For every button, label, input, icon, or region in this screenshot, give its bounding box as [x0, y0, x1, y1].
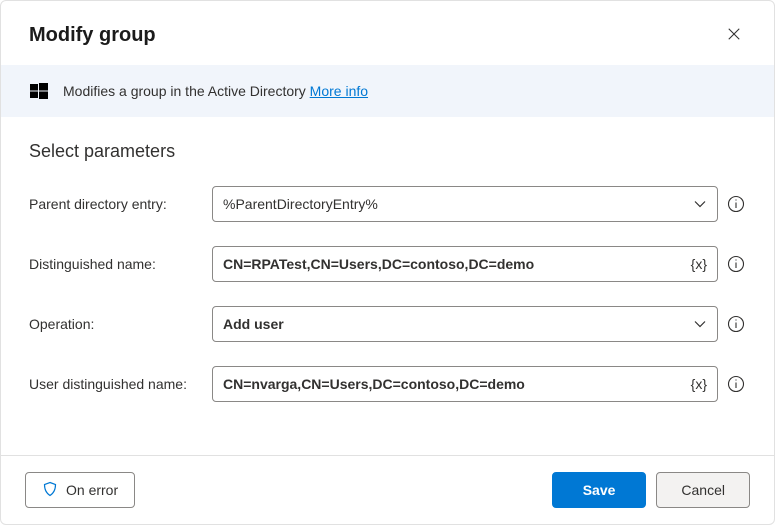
on-error-button[interactable]: On error: [25, 472, 135, 508]
footer-actions: Save Cancel: [552, 472, 750, 508]
dialog-footer: On error Save Cancel: [1, 455, 774, 524]
variable-icon[interactable]: {x}: [681, 367, 717, 401]
cancel-button[interactable]: Cancel: [656, 472, 750, 508]
input-value: CN=nvarga,CN=Users,DC=contoso,DC=demo: [213, 367, 681, 401]
form-label: Parent directory entry:: [29, 196, 204, 212]
close-icon: [727, 27, 741, 44]
section-heading: Select parameters: [29, 141, 746, 162]
form-row-operation: Operation: Add user: [29, 306, 746, 342]
banner-text-wrapper: Modifies a group in the Active Directory…: [63, 83, 368, 99]
help-icon[interactable]: [726, 254, 746, 274]
parent-directory-select[interactable]: %ParentDirectoryEntry%: [212, 186, 718, 222]
save-button[interactable]: Save: [552, 472, 647, 508]
user-distinguished-name-input[interactable]: CN=nvarga,CN=Users,DC=contoso,DC=demo {x…: [212, 366, 718, 402]
form-label: Distinguished name:: [29, 256, 204, 272]
form-row-user-distinguished-name: User distinguished name: CN=nvarga,CN=Us…: [29, 366, 746, 402]
chevron-down-icon: [683, 187, 717, 221]
form-label: User distinguished name:: [29, 376, 204, 392]
form-label: Operation:: [29, 316, 204, 332]
operation-select[interactable]: Add user: [212, 306, 718, 342]
input-value: CN=RPATest,CN=Users,DC=contoso,DC=demo: [213, 247, 681, 281]
variable-icon[interactable]: {x}: [681, 247, 717, 281]
more-info-link[interactable]: More info: [310, 83, 368, 99]
info-banner: Modifies a group in the Active Directory…: [1, 65, 774, 117]
help-icon[interactable]: [726, 194, 746, 214]
help-icon[interactable]: [726, 314, 746, 334]
select-value: %ParentDirectoryEntry%: [213, 187, 683, 221]
select-value: Add user: [213, 307, 683, 341]
chevron-down-icon: [683, 307, 717, 341]
windows-icon: [29, 81, 49, 101]
on-error-label: On error: [66, 482, 118, 498]
form-row-distinguished-name: Distinguished name: CN=RPATest,CN=Users,…: [29, 246, 746, 282]
banner-text: Modifies a group in the Active Directory: [63, 83, 310, 99]
dialog-header: Modify group: [1, 1, 774, 65]
shield-icon: [42, 481, 58, 500]
distinguished-name-input[interactable]: CN=RPATest,CN=Users,DC=contoso,DC=demo {…: [212, 246, 718, 282]
dialog-content: Select parameters Parent directory entry…: [1, 117, 774, 455]
help-icon[interactable]: [726, 374, 746, 394]
form-row-parent-directory: Parent directory entry: %ParentDirectory…: [29, 186, 746, 222]
dialog-title: Modify group: [29, 24, 156, 47]
close-button[interactable]: [718, 19, 750, 51]
